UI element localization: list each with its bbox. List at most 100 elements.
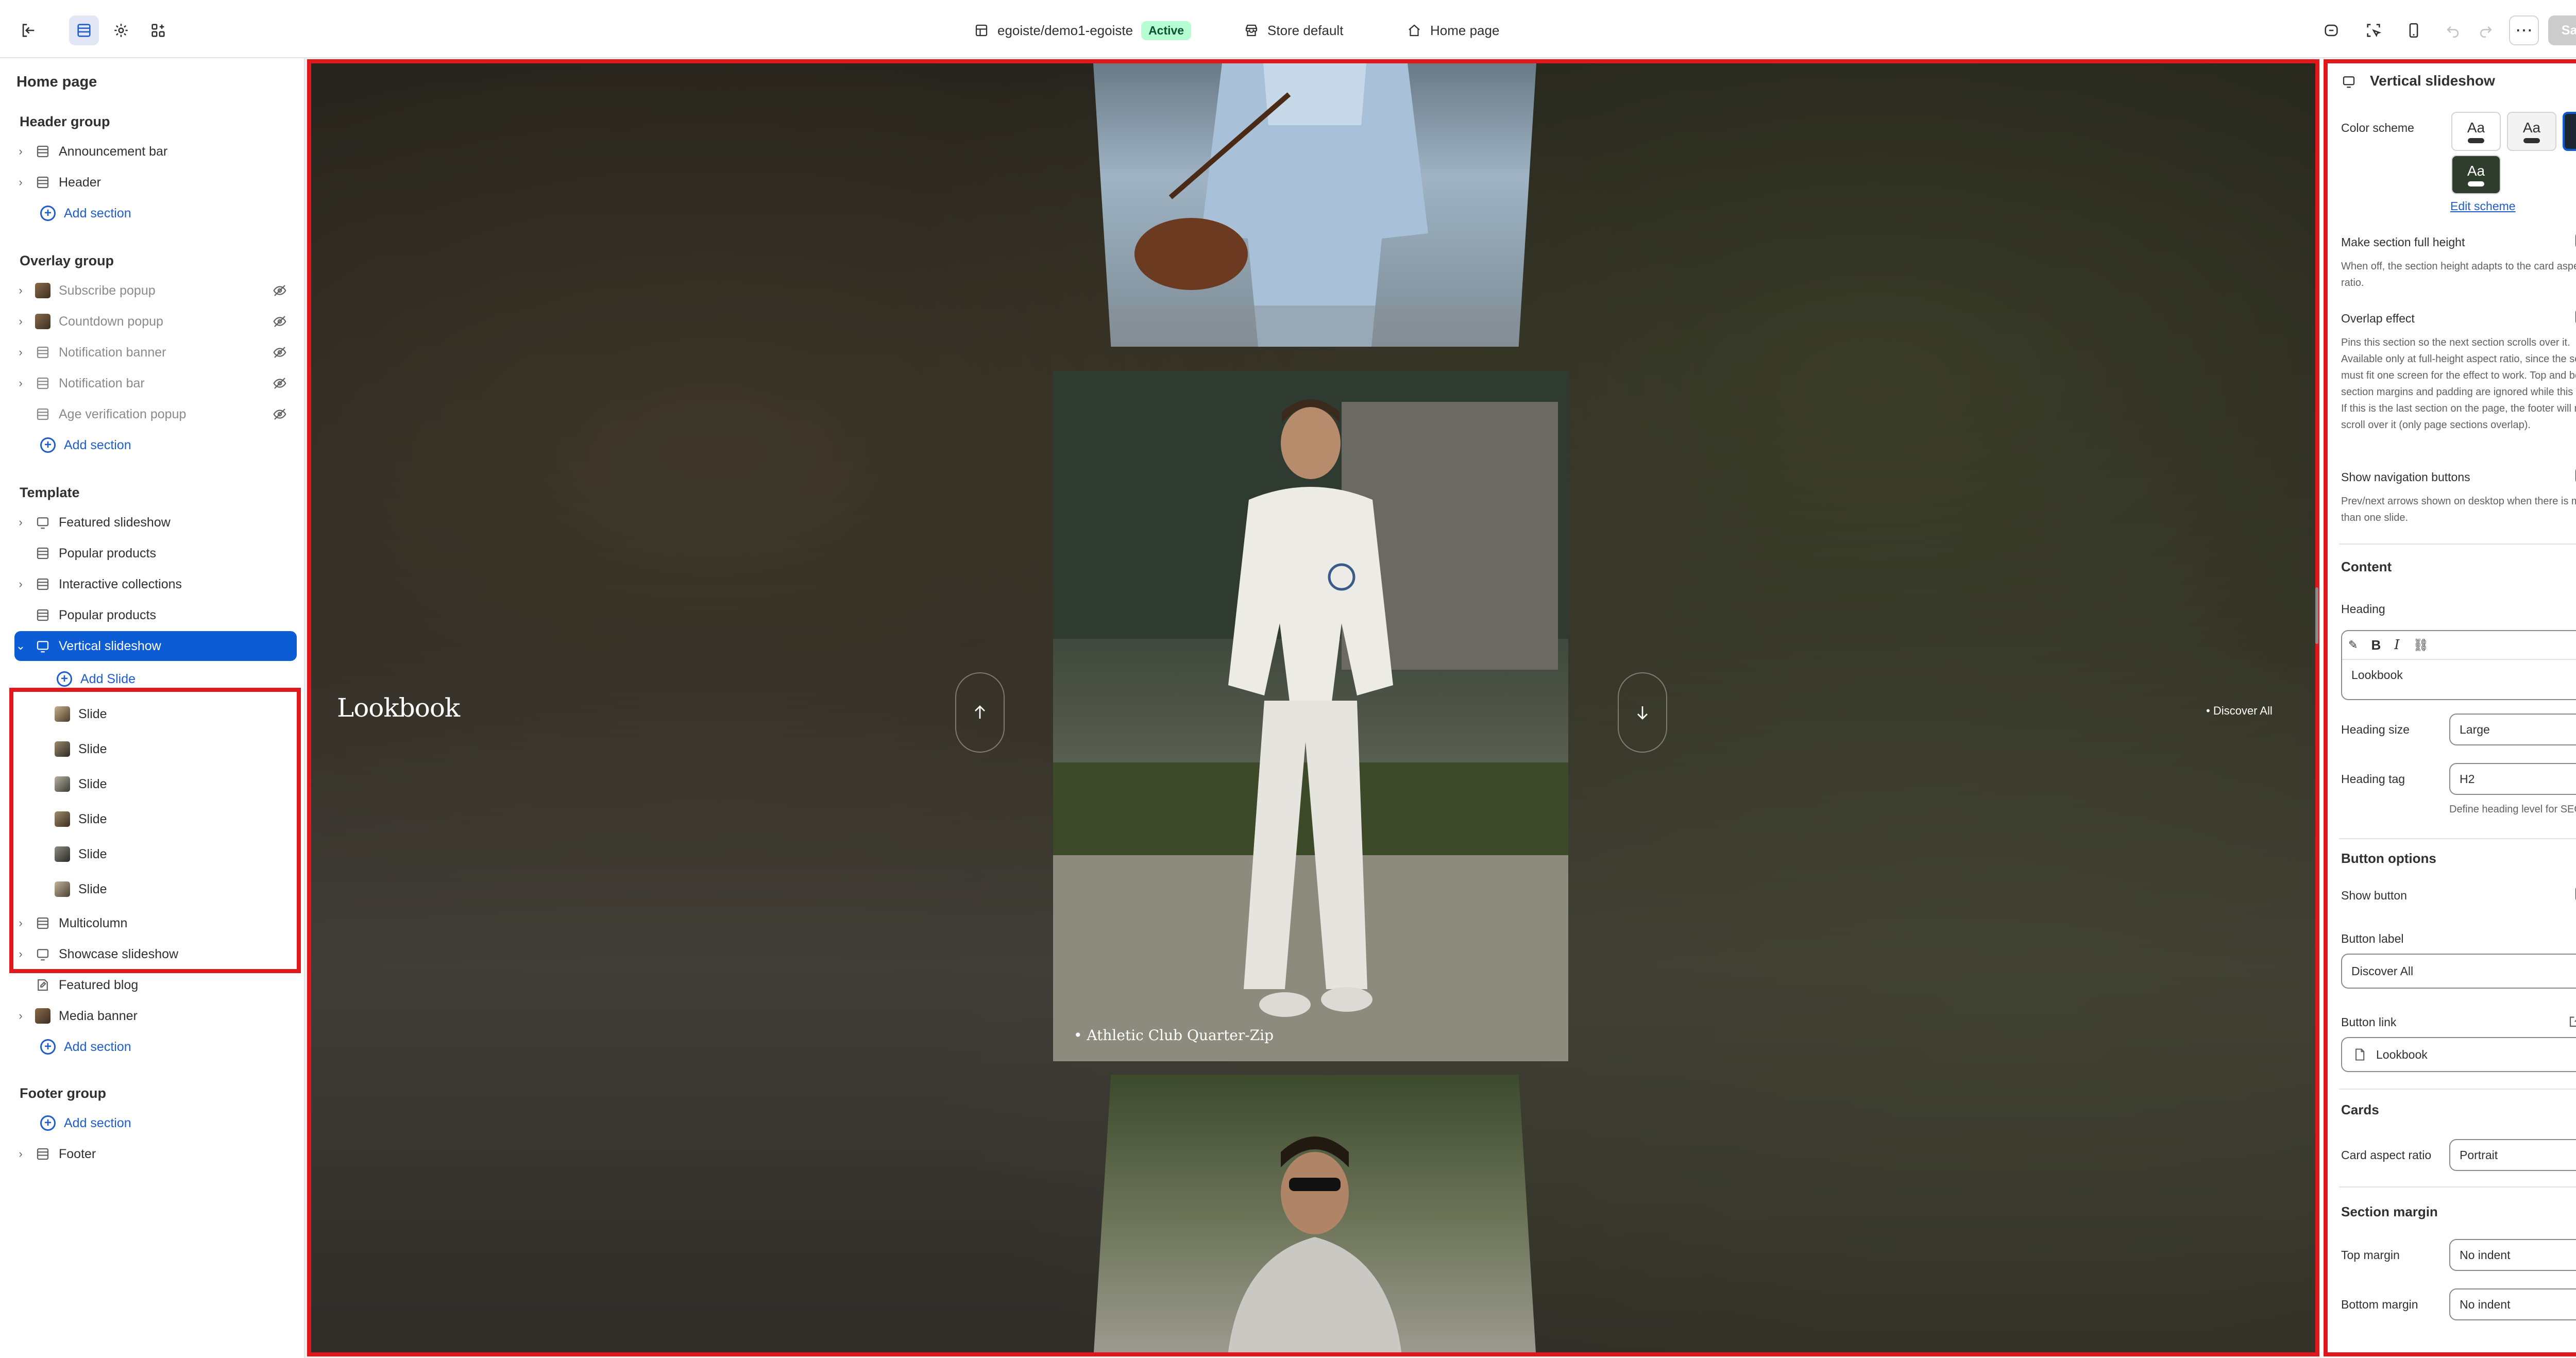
top-bar: egoiste/demo1-egoiste Active Store defau… (0, 0, 2576, 58)
add-section-label: Add section (64, 437, 131, 452)
arrow-down-icon (1637, 706, 1648, 720)
theme-selector[interactable]: Store default (1244, 15, 1343, 45)
sidebar-item-vertical-slideshow[interactable]: ⌄ Vertical slideshow (14, 631, 297, 661)
link-icon[interactable]: ⛓ (2413, 638, 2429, 653)
slideshow-icon (37, 641, 49, 653)
eye-hidden-icon[interactable] (272, 345, 287, 360)
sidebar-item-popular-products[interactable]: Popular products (14, 538, 297, 568)
plus-circle-icon: + (57, 671, 72, 687)
sidebar-item-interactive-collections[interactable]: › Interactive collections (14, 569, 297, 599)
sidebar-item-age-verification-popup[interactable]: Age verification popup (14, 399, 297, 429)
bottom-margin-select[interactable]: No indent ⌃⌄ (2449, 1288, 2576, 1320)
sidebar-item-featured-slideshow[interactable]: › Featured slideshow (14, 507, 297, 537)
next-slide-button[interactable] (1618, 672, 1667, 753)
chevron-right-icon[interactable]: › (14, 578, 27, 591)
heading-input[interactable]: Lookbook (2342, 660, 2576, 690)
section-thumbnail (35, 1008, 50, 1024)
chevron-right-icon[interactable]: › (14, 377, 27, 390)
sidebar-item-countdown-popup[interactable]: › Countdown popup (14, 307, 297, 336)
chevron-right-icon[interactable]: › (14, 145, 27, 158)
undo-icon[interactable] (2438, 15, 2468, 45)
heading-size-select[interactable]: Large ⌃⌄ (2449, 714, 2576, 745)
heading-editor[interactable]: ✎ B I ⛓ Lookbook (2341, 630, 2576, 700)
select-mode-icon[interactable] (2359, 15, 2388, 45)
inspector-icon[interactable] (2316, 15, 2346, 45)
bold-icon[interactable]: B (2371, 637, 2381, 653)
add-section-button[interactable]: + Add section (14, 198, 297, 228)
chevron-right-icon[interactable]: › (14, 176, 27, 189)
store-selector[interactable]: egoiste/demo1-egoiste Active (974, 15, 1192, 45)
slide-card-next[interactable] (1093, 1075, 1536, 1352)
section-thumbnail (35, 283, 50, 298)
eye-hidden-icon[interactable] (272, 283, 287, 298)
sidebar-item-label: Age verification popup (59, 406, 187, 421)
sidebar-item-subscribe-popup[interactable]: › Subscribe popup (14, 276, 297, 305)
sidebar-item-header[interactable]: › Header (14, 167, 297, 197)
redo-icon[interactable] (2471, 15, 2501, 45)
rich-text-toolbar: ✎ B I ⛓ (2342, 631, 2576, 660)
heading-tag-select[interactable]: H2 ⌃⌄ (2449, 763, 2576, 795)
plus-circle-icon: + (40, 1039, 56, 1055)
selection-highlight (9, 688, 301, 973)
chevron-right-icon[interactable]: › (14, 1009, 27, 1023)
home-icon (1409, 24, 1420, 37)
heading-label: Heading (2341, 602, 2385, 616)
chevron-right-icon[interactable]: › (14, 284, 27, 297)
card-ratio-select[interactable]: Portrait ⌃⌄ (2449, 1139, 2576, 1171)
page-selector[interactable]: Home page (1406, 15, 1499, 45)
slide-card-active[interactable]: • Athletic Club Quarter-Zip (1053, 371, 1568, 1061)
chevron-right-icon[interactable]: › (14, 1147, 27, 1161)
sidebar-item-announcement-bar[interactable]: › Announcement bar (14, 137, 297, 166)
eye-hidden-icon[interactable] (272, 406, 287, 422)
device-preview-icon[interactable] (2399, 15, 2429, 45)
color-scheme-option-3-selected[interactable]: Aa (2563, 112, 2576, 151)
slide-card-previous[interactable] (1093, 63, 1536, 347)
sidebar-item-popular-products[interactable]: Popular products (14, 600, 297, 630)
sidebar-item-label: Notification banner (59, 345, 166, 360)
add-section-label: Add section (64, 1039, 131, 1054)
sections-icon[interactable] (69, 15, 99, 45)
external-link-icon[interactable] (2568, 1013, 2576, 1029)
color-scheme-option-1[interactable]: Aa (2451, 112, 2501, 151)
sidebar-item-label: Featured slideshow (59, 515, 171, 530)
color-scheme-option-4[interactable]: Aa (2451, 155, 2501, 194)
preview-canvas[interactable]: Lookbook • Discover All • Athletic Club … (307, 59, 2319, 1356)
sidebar-item-notification-banner[interactable]: › Notification banner (14, 337, 297, 367)
cards-section-title: Cards (2341, 1102, 2379, 1117)
ai-wand-icon[interactable]: ✎ (2348, 638, 2358, 652)
apps-icon[interactable] (143, 15, 173, 45)
italic-icon[interactable]: I (2394, 637, 2399, 653)
theme-settings-icon[interactable] (106, 15, 136, 45)
sidebar-item-featured-blog[interactable]: Featured blog (14, 970, 297, 1000)
arrow-up-icon (975, 705, 985, 719)
chevron-right-icon[interactable]: › (14, 346, 27, 359)
edit-scheme-link[interactable]: Edit scheme (2450, 199, 2516, 213)
chevron-down-icon[interactable]: ⌄ (14, 639, 27, 653)
add-section-button[interactable]: + Add section (14, 1108, 297, 1138)
heading-tag-value: H2 (2460, 772, 2475, 786)
button-link-input[interactable]: Lookbook (2341, 1037, 2576, 1072)
chevron-right-icon[interactable]: › (14, 315, 27, 328)
add-section-button[interactable]: + Add section (14, 430, 297, 460)
button-label-input[interactable]: Discover All (2341, 954, 2576, 989)
more-actions-button[interactable]: ⋯ (2509, 15, 2539, 45)
blog-icon (38, 979, 48, 991)
exit-icon[interactable] (13, 15, 43, 45)
sidebar-item-notification-bar[interactable]: › Notification bar (14, 368, 297, 398)
nav-buttons-help: Prev/next arrows shown on desktop when t… (2341, 496, 2576, 523)
eye-hidden-icon[interactable] (272, 376, 287, 391)
sidebar-item-footer[interactable]: › Footer (14, 1139, 297, 1169)
slideshow-icon (37, 517, 49, 529)
discover-all-link[interactable]: • Discover All (2206, 704, 2273, 718)
top-margin-select[interactable]: No indent ⌃⌄ (2449, 1239, 2576, 1271)
save-button[interactable]: Save (2548, 15, 2576, 45)
color-scheme-option-2[interactable]: Aa (2507, 112, 2556, 151)
chevron-right-icon[interactable]: › (14, 516, 27, 529)
prev-slide-button[interactable] (955, 672, 1005, 753)
eye-hidden-icon[interactable] (272, 314, 287, 329)
add-section-label: Add section (64, 206, 131, 220)
preview-scrollbar[interactable] (2315, 587, 2318, 644)
sidebar-item-media-banner[interactable]: › Media banner (14, 1001, 297, 1031)
add-section-button[interactable]: + Add section (14, 1032, 297, 1062)
heading-size-value: Large (2460, 722, 2490, 736)
